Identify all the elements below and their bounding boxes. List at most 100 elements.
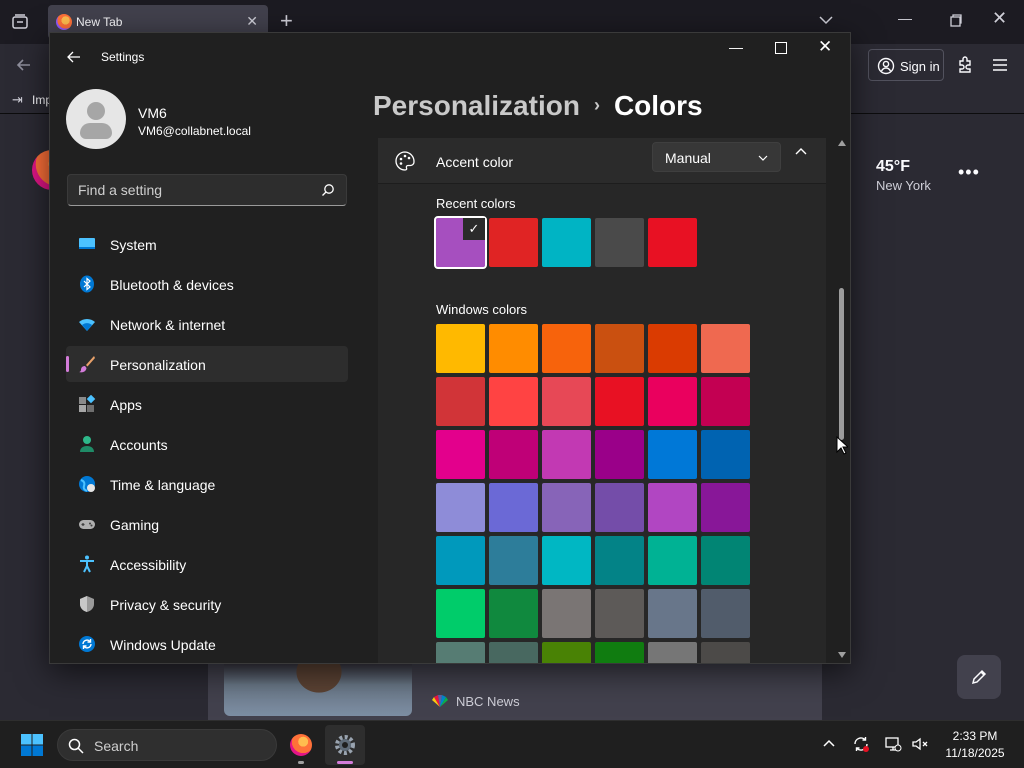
windows-color-swatch[interactable] — [489, 536, 538, 585]
taskbar-search[interactable]: Search — [57, 729, 277, 761]
windows-color-swatch[interactable] — [648, 642, 697, 663]
windows-color-swatch[interactable] — [542, 589, 591, 638]
customize-button[interactable] — [957, 655, 1001, 699]
windows-color-swatch[interactable] — [648, 589, 697, 638]
windows-color-swatch[interactable] — [489, 589, 538, 638]
windows-color-swatch[interactable] — [648, 377, 697, 426]
more-options-icon[interactable]: ••• — [958, 162, 980, 183]
back-arrow-icon[interactable] — [14, 55, 34, 75]
extensions-icon[interactable] — [955, 55, 975, 75]
windows-color-swatch[interactable] — [648, 483, 697, 532]
windows-color-swatch[interactable] — [701, 483, 750, 532]
windows-color-swatch[interactable] — [489, 324, 538, 373]
windows-color-swatch[interactable] — [542, 377, 591, 426]
content-scrollbar[interactable] — [836, 138, 848, 663]
windows-color-swatch[interactable] — [595, 324, 644, 373]
windows-color-swatch[interactable] — [436, 642, 485, 663]
breadcrumb-parent[interactable]: Personalization — [373, 90, 580, 121]
recent-color-swatch[interactable] — [542, 218, 591, 267]
network-icon — [79, 318, 95, 331]
nav-item-accessibility[interactable]: Accessibility — [66, 546, 348, 582]
maximize-icon[interactable] — [775, 42, 787, 54]
chevron-down-icon[interactable] — [816, 10, 836, 30]
windows-color-swatch[interactable] — [701, 430, 750, 479]
windows-color-swatch[interactable] — [648, 536, 697, 585]
windows-color-swatch[interactable] — [542, 430, 591, 479]
windows-color-swatch[interactable] — [542, 642, 591, 663]
taskbar-firefox[interactable] — [281, 725, 321, 765]
windows-color-swatch[interactable] — [436, 377, 485, 426]
nav-item-system[interactable]: System — [66, 226, 348, 262]
chevron-up-icon[interactable] — [820, 735, 838, 753]
recent-color-swatch[interactable]: ✓ — [434, 216, 487, 269]
windows-color-swatch[interactable] — [436, 430, 485, 479]
nav-item-windows-update[interactable]: Windows Update — [66, 626, 348, 662]
windows-color-swatch[interactable] — [436, 483, 485, 532]
accent-color-row[interactable]: Accent color Manual — [378, 138, 826, 184]
accent-mode-dropdown[interactable]: Manual — [652, 142, 781, 172]
back-arrow-icon[interactable] — [66, 49, 82, 65]
nav-item-bluetooth[interactable]: Bluetooth & devices — [66, 266, 348, 302]
windows-color-swatch[interactable] — [436, 324, 485, 373]
windows-color-swatch[interactable] — [436, 589, 485, 638]
scrollbar-thumb[interactable] — [839, 288, 844, 440]
network-status-icon[interactable] — [884, 735, 902, 753]
nav-item-gaming[interactable]: Gaming — [66, 506, 348, 542]
windows-color-swatch[interactable] — [595, 589, 644, 638]
close-tab-icon[interactable]: ✕ — [246, 13, 258, 30]
close-icon[interactable]: ✕ — [818, 37, 832, 57]
breadcrumb: Personalization › Colors — [373, 90, 703, 122]
windows-color-swatch[interactable] — [701, 642, 750, 663]
clock-time[interactable]: 2:33 PM — [940, 729, 1010, 743]
windows-color-swatch[interactable] — [595, 642, 644, 663]
new-tab-icon[interactable]: + — [280, 8, 293, 34]
windows-color-swatch[interactable] — [542, 536, 591, 585]
volume-muted-icon[interactable] — [911, 735, 929, 753]
minimize-icon[interactable]: — — [898, 10, 912, 26]
nav-item-privacy-security[interactable]: Privacy & security — [66, 586, 348, 622]
windows-color-swatch[interactable] — [701, 324, 750, 373]
windows-color-swatch[interactable] — [489, 430, 538, 479]
list-all-tabs-icon[interactable] — [10, 12, 30, 32]
story-image[interactable] — [224, 664, 412, 716]
windows-color-swatch[interactable] — [701, 536, 750, 585]
scroll-up-arrow-icon[interactable] — [838, 140, 846, 146]
scroll-down-arrow-icon[interactable] — [838, 652, 846, 658]
nav-item-accounts[interactable]: Accounts — [66, 426, 348, 462]
nav-item-time-language[interactable]: Time & language — [66, 466, 348, 502]
chevron-up-icon[interactable] — [794, 144, 808, 158]
nav-item-apps[interactable]: Apps — [66, 386, 348, 422]
recent-color-swatch[interactable] — [489, 218, 538, 267]
minimize-icon[interactable]: — — [729, 39, 743, 55]
windows-color-swatch[interactable] — [595, 430, 644, 479]
search-icon — [68, 738, 84, 754]
windows-color-swatch[interactable] — [542, 324, 591, 373]
windows-color-swatch[interactable] — [648, 430, 697, 479]
taskbar-settings[interactable] — [325, 725, 365, 765]
hamburger-menu-icon[interactable] — [990, 55, 1010, 75]
sync-icon[interactable] — [852, 735, 870, 753]
search-input[interactable] — [68, 175, 308, 205]
windows-color-swatch[interactable] — [701, 377, 750, 426]
windows-color-swatch[interactable] — [542, 483, 591, 532]
restore-icon[interactable] — [946, 10, 966, 30]
windows-color-swatch[interactable] — [489, 642, 538, 663]
windows-color-swatch[interactable] — [595, 536, 644, 585]
windows-start-icon[interactable] — [20, 733, 44, 757]
windows-color-swatch[interactable] — [489, 377, 538, 426]
sign-in-button[interactable]: Sign in — [868, 49, 944, 81]
windows-color-swatch[interactable] — [595, 377, 644, 426]
recent-color-swatch[interactable] — [595, 218, 644, 267]
windows-color-swatch[interactable] — [701, 589, 750, 638]
nav-item-personalization[interactable]: Personalization — [66, 346, 348, 382]
windows-color-swatch[interactable] — [436, 536, 485, 585]
nav-item-network[interactable]: Network & internet — [66, 306, 348, 342]
search-icon[interactable] — [321, 183, 335, 197]
close-window-icon[interactable]: ✕ — [992, 8, 1007, 29]
avatar[interactable] — [66, 89, 126, 149]
windows-color-swatch[interactable] — [595, 483, 644, 532]
windows-color-swatch[interactable] — [648, 324, 697, 373]
windows-color-swatch[interactable] — [489, 483, 538, 532]
clock-date[interactable]: 11/18/2025 — [940, 746, 1010, 760]
recent-color-swatch[interactable] — [648, 218, 697, 267]
